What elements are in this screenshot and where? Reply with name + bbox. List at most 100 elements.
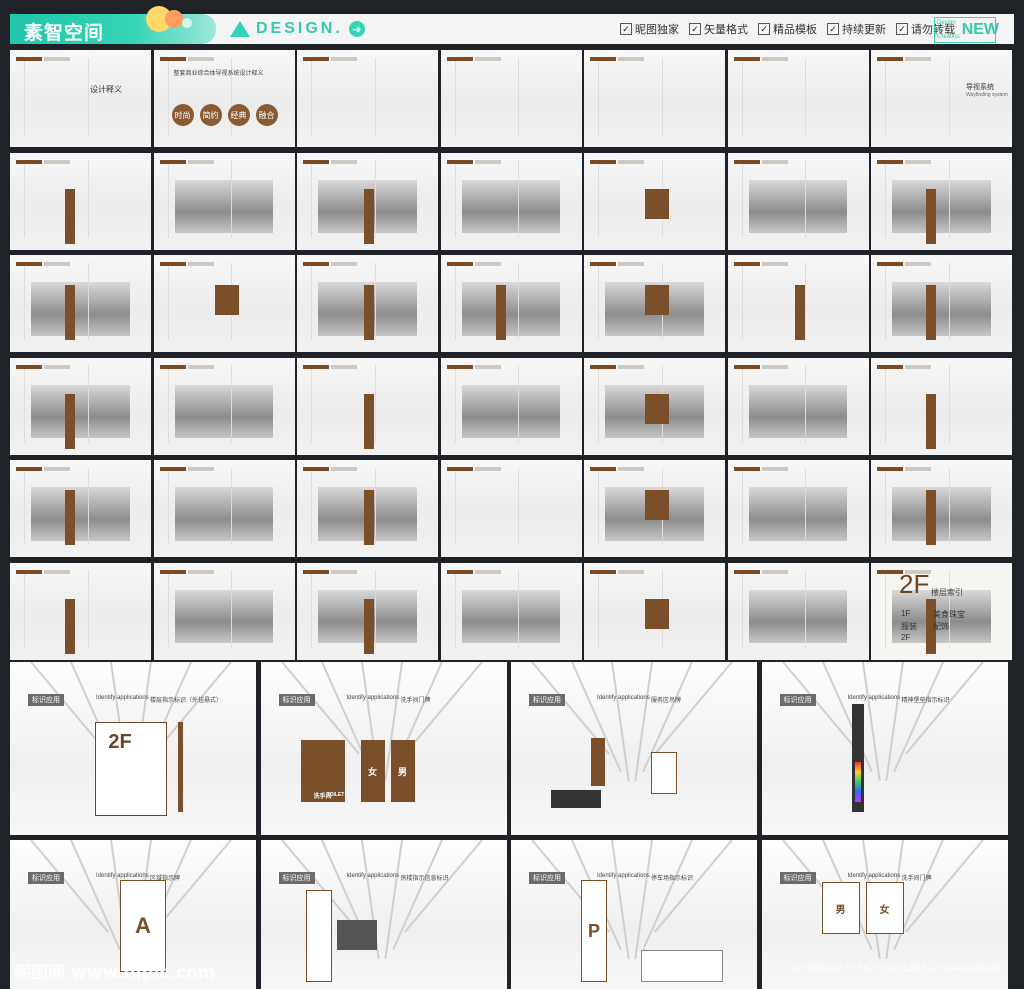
template-thumbnail[interactable] (297, 255, 438, 352)
template-thumbnail[interactable] (584, 152, 725, 250)
keyword-circle: 融合 (255, 104, 278, 126)
perspective-line (24, 467, 26, 546)
sign-panel (305, 890, 332, 982)
template-thumbnail[interactable] (297, 152, 438, 250)
perspective-line (167, 365, 169, 443)
template-thumbnail[interactable] (153, 562, 295, 660)
perspective-line (311, 467, 313, 546)
section-tag-sub (474, 262, 501, 266)
template-thumbnail[interactable] (727, 562, 869, 660)
panel-caption: 楼层指示标识（外挂悬式） (150, 698, 223, 704)
perspective-line (454, 570, 456, 648)
sign-panel (854, 762, 861, 802)
section-tag-sub (44, 262, 70, 266)
panel-title: 标识应用 (28, 694, 64, 706)
checkbox-icon: ✓ (827, 23, 839, 35)
section-tag (877, 262, 903, 266)
template-thumbnail[interactable] (153, 152, 295, 250)
section-tag (303, 467, 329, 471)
template-thumbnail[interactable] (297, 460, 438, 557)
arrow-right-icon[interactable]: ➔ (348, 21, 365, 37)
section-tag-sub (905, 467, 931, 471)
template-thumbnail[interactable] (871, 460, 1012, 557)
perspective-line (805, 467, 807, 546)
template-thumbnail[interactable]: 2F 楼层索引 1F 美食珠宝 服装 配饰 2F (871, 562, 1012, 660)
template-thumbnail[interactable] (584, 255, 725, 352)
template-thumbnail[interactable] (10, 460, 151, 557)
template-thumbnail[interactable] (727, 50, 869, 147)
tile-label: 美食珠宝 (933, 609, 965, 619)
image-id: ID:28662670 NO:20201206170044045088 (792, 962, 1000, 974)
template-thumbnail[interactable] (871, 357, 1012, 455)
template-thumbnail[interactable]: 设计释义 (10, 50, 151, 147)
template-thumbnail[interactable] (297, 357, 438, 455)
section-tag-sub (44, 364, 70, 369)
template-thumbnail[interactable] (153, 357, 295, 455)
template-thumbnail[interactable] (727, 255, 869, 352)
section-tag-sub (331, 364, 357, 369)
template-thumbnail[interactable]: 导视系统 Wayfinding system (871, 50, 1012, 147)
signage-model (794, 285, 805, 340)
template-thumbnail[interactable] (727, 357, 869, 455)
section-tag-sub (331, 467, 357, 471)
perspective-line (948, 365, 950, 443)
template-thumbnail[interactable] (871, 255, 1012, 352)
template-thumbnail[interactable] (153, 460, 295, 557)
template-thumbnail[interactable] (440, 460, 582, 557)
template-thumbnail[interactable] (440, 255, 582, 352)
template-thumbnail[interactable] (584, 357, 725, 455)
section-tag (159, 57, 186, 61)
template-thumbnail[interactable] (584, 562, 725, 660)
template-thumbnail[interactable] (10, 357, 151, 455)
template-thumbnail[interactable] (440, 152, 582, 250)
section-tag-sub (474, 159, 501, 164)
keyword-circle: 经典 (227, 104, 250, 126)
perspective-line (661, 57, 663, 136)
signage-model (65, 188, 75, 244)
template-thumbnail[interactable] (10, 255, 151, 352)
template-thumbnail[interactable] (10, 152, 151, 250)
detail-panel[interactable]: 标识应用 Identify applications 停车场指示标识 P (511, 840, 757, 989)
template-thumbnail[interactable] (727, 460, 869, 557)
panel-title: 标识应用 (779, 872, 816, 884)
design-tagline: DESIGN. ➔ (230, 18, 365, 40)
perspective-line (231, 467, 233, 546)
template-thumbnail[interactable] (584, 50, 725, 147)
template-thumbnail[interactable] (440, 562, 582, 660)
perspective-line (24, 570, 26, 648)
detail-panel[interactable]: 标识应用 Identify applications 服务区吊牌 (511, 662, 757, 835)
section-tag (446, 467, 473, 471)
badge-label: 矢量格式 (704, 24, 748, 36)
template-thumbnail[interactable] (297, 562, 438, 660)
thumbnail-background (10, 50, 151, 147)
template-thumbnail[interactable] (440, 50, 582, 147)
template-thumbnail[interactable] (871, 152, 1012, 250)
sign-panel (336, 920, 377, 950)
template-thumbnail[interactable] (440, 357, 582, 455)
detail-panel[interactable]: 标识应用 Identify applications 精神堡垒指示标识 (761, 662, 1008, 835)
signage-model (65, 490, 75, 545)
section-tag-sub (618, 57, 644, 61)
template-thumbnail[interactable]: 整套商业综合体导视系统设计释义 时尚 简约 经典 融合 (153, 50, 295, 147)
decor-bubble (182, 18, 192, 28)
template-thumbnail[interactable] (584, 460, 725, 557)
checkbox-icon: ✓ (758, 23, 770, 35)
detail-panel[interactable]: 标识应用 Identify applications 房楼指示信息标识 (260, 840, 507, 989)
section-tag (877, 57, 903, 61)
template-thumbnail[interactable] (10, 562, 151, 660)
section-tag-sub (187, 364, 214, 369)
detail-panel[interactable]: 标识应用 Identify applications 洗手间门牌 洗手间 TOILET 女… (260, 662, 507, 835)
thumbnail-background (153, 50, 295, 147)
badge-item: ✓ 持续更新 (827, 21, 886, 37)
section-tag-sub (44, 569, 70, 574)
section-tag (590, 159, 616, 164)
signage-model (926, 393, 936, 449)
template-thumbnail[interactable] (727, 152, 869, 250)
section-tag (446, 262, 473, 266)
panel-caption: 房楼指示信息标识 (400, 876, 449, 882)
tile-label: 2F (901, 632, 911, 642)
template-thumbnail[interactable] (153, 255, 295, 352)
template-thumbnail[interactable] (297, 50, 438, 147)
detail-panel[interactable]: 标识应用 Identify applications 楼层指示标识（外挂悬式） 2F (10, 662, 256, 835)
section-tag-sub (905, 364, 931, 369)
